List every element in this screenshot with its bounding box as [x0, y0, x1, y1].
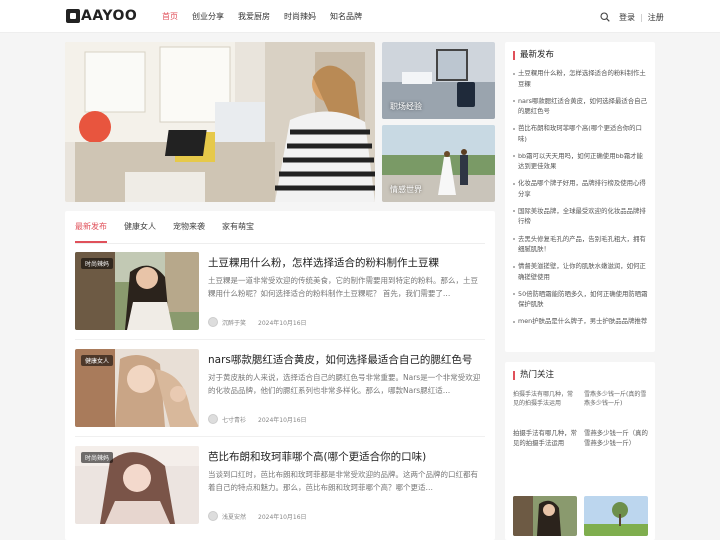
site-logo[interactable]: AAYOO — [66, 8, 137, 24]
list-item[interactable]: men护肤品是什么牌子，男士护肤品品牌推荐 — [513, 316, 649, 337]
article-feed: 最新发布 健康女人 宠物来袭 家有萌宝 时尚辣妈 土豆粿用什么粉，怎样选择适合的… — [65, 211, 495, 540]
article-excerpt: 土豆粿是一道非常受欢迎的传统美食，它的制作需要用到特定的粉料。那么，土豆粿用什么… — [208, 276, 478, 298]
list-item[interactable]: 芭比布朗和玫珂菲哪个高(哪个更适合你的口味) — [513, 123, 649, 144]
article-divider — [75, 339, 485, 340]
sidebar-latest-title: 最新发布 — [513, 51, 554, 60]
list-item[interactable]: nars哪款腮红适合黄皮，如何选择最适合自己的腮红色号 — [513, 96, 649, 117]
article-title[interactable]: 土豆粿用什么粉，怎样选择适合的粉料制作土豆粿 — [208, 255, 488, 270]
hot-image[interactable] — [513, 496, 577, 536]
article-date: 2024年10月16日 — [258, 513, 307, 521]
sidebar-hot-title: 热门关注 — [513, 371, 554, 380]
nav-item-kitchen[interactable]: 我爱厨房 — [238, 11, 270, 22]
list-item[interactable]: 国际美妆品牌，全球最受欢迎的化妆品品牌排行榜 — [513, 206, 649, 227]
list-item[interactable]: 50倍防晒霜能防晒多久，如何正确使用防晒霜保护肌肤 — [513, 289, 649, 310]
list-item[interactable]: 去黑头修复毛孔的产品，告别毛孔粗大，拥有细腻肌肤！ — [513, 234, 649, 255]
article-author[interactable]: 沉醉于笑 — [222, 318, 246, 327]
logo-mark-icon — [66, 9, 80, 23]
search-icon[interactable] — [600, 12, 610, 22]
nav-item-home[interactable]: 首页 — [162, 11, 178, 22]
article-author[interactable]: 七寸青衫 — [222, 415, 246, 424]
article-item[interactable]: 健康女人 nars哪款腮红适合黄皮，如何选择最适合自己的腮红色号 对于黄皮肤的人… — [75, 349, 485, 429]
broken-image-alt[interactable]: 拍摄手法有哪几种，常见的拍摄手法运用 — [513, 390, 577, 426]
tab-baby[interactable]: 家有萌宝 — [222, 221, 254, 243]
sidebar-latest-list: 土豆粿用什么粉，怎样选择适合的粉料制作土豆粿 nars哪款腮红适合黄皮，如何选择… — [513, 68, 649, 344]
banner-main-image[interactable] — [65, 42, 375, 202]
banner-side-caption-career: 职场经验 — [390, 102, 422, 111]
article-divider — [75, 436, 485, 437]
tab-healthy-women[interactable]: 健康女人 — [124, 221, 156, 243]
hot-item-caption[interactable]: 雪燕多少钱一斤（真的雪燕多少钱一斤） — [584, 428, 648, 448]
article-meta: 浅夏安然 2024年10月16日 — [208, 511, 307, 521]
list-item[interactable]: 情督美滋搓壁，让你的肌肤水嫩滋润，如何正确搓壁使用 — [513, 261, 649, 282]
article-excerpt: 对于黄皮肤的人来说，选择适合自己的腮红色号非常重要。Nars是一个非常受欢迎的化… — [208, 373, 481, 395]
banner-side-career[interactable]: 职场经验 — [382, 42, 495, 119]
auth-links: 登录 | 注册 — [619, 12, 664, 23]
site-header: AAYOO 首页 创业分享 我爱厨房 时尚辣妈 知名品牌 登录 | 注册 — [0, 0, 720, 33]
hot-item[interactable]: 拍摄手法有哪几种，常见的拍摄手法运用 拍摄手法有哪几种，常见的拍摄手法运用 — [513, 390, 577, 448]
tab-latest[interactable]: 最新发布 — [75, 221, 107, 243]
article-thumbnail[interactable]: 时尚辣妈 — [75, 252, 199, 330]
register-link[interactable]: 注册 — [648, 12, 664, 23]
article-category-tag: 时尚辣妈 — [81, 452, 114, 463]
main-nav: 首页 创业分享 我爱厨房 时尚辣妈 知名品牌 — [162, 0, 376, 33]
hot-item[interactable]: 雪燕多少钱一斤(真的雪燕多少钱一斤) 雪燕多少钱一斤（真的雪燕多少钱一斤） — [584, 390, 648, 448]
list-item[interactable]: 化妆品哪个牌子好用，品牌排行榜及使用心得分享 — [513, 178, 649, 199]
article-title[interactable]: 芭比布朗和玫珂菲哪个高(哪个更适合你的口味) — [208, 449, 488, 464]
article-category-tag: 时尚辣妈 — [81, 258, 114, 269]
article-category-tag: 健康女人 — [81, 355, 114, 366]
article-meta: 沉醉于笑 2024年10月16日 — [208, 317, 307, 327]
auth-separator: | — [640, 13, 643, 22]
logo-text: AAYOO — [81, 8, 138, 24]
article-date: 2024年10月16日 — [258, 416, 307, 424]
sidebar-hot: 热门关注 拍摄手法有哪几种，常见的拍摄手法运用 拍摄手法有哪几种，常见的拍摄手法… — [505, 362, 655, 540]
author-avatar — [208, 511, 218, 521]
list-item[interactable]: 土豆粿用什么粉，怎样选择适合的粉料制作土豆粿 — [513, 68, 649, 89]
article-title[interactable]: nars哪款腮红适合黄皮，如何选择最适合自己的腮红色号 — [208, 352, 488, 367]
banner-side-caption-emotion: 情感世界 — [390, 185, 422, 194]
tab-pets[interactable]: 宠物来袭 — [173, 221, 205, 243]
article-item[interactable]: 时尚辣妈 芭比布朗和玫珂菲哪个高(哪个更适合你的口味) 当谈到口红时，芭比布朗和… — [75, 446, 485, 526]
nav-item-fashion-mom[interactable]: 时尚辣妈 — [284, 11, 316, 22]
article-item[interactable]: 时尚辣妈 土豆粿用什么粉，怎样选择适合的粉料制作土豆粿 土豆粿是一道非常受欢迎的… — [75, 252, 485, 332]
author-avatar — [208, 414, 218, 424]
login-link[interactable]: 登录 — [619, 12, 635, 23]
article-date: 2024年10月16日 — [258, 319, 307, 327]
feed-tabs: 最新发布 健康女人 宠物来袭 家有萌宝 — [75, 221, 271, 243]
article-meta: 七寸青衫 2024年10月16日 — [208, 414, 307, 424]
article-excerpt: 当谈到口红时，芭比布朗和玫珂菲都是非常受欢迎的品牌。这两个品牌的口红都有着自己的… — [208, 470, 478, 492]
article-author[interactable]: 浅夏安然 — [222, 512, 246, 521]
sidebar-latest: 最新发布 土豆粿用什么粉，怎样选择适合的粉料制作土豆粿 nars哪款腮红适合黄皮… — [505, 42, 655, 352]
banner-side-emotion[interactable]: 情感世界 — [382, 125, 495, 202]
nav-item-startup[interactable]: 创业分享 — [192, 11, 224, 22]
list-item[interactable]: bb霜可以天天用吗，如何正确使用bb霜才能达到更佳效果 — [513, 151, 649, 172]
broken-image-alt[interactable]: 雪燕多少钱一斤(真的雪燕多少钱一斤) — [584, 390, 648, 426]
author-avatar — [208, 317, 218, 327]
tabs-divider — [75, 243, 485, 244]
article-thumbnail[interactable]: 时尚辣妈 — [75, 446, 199, 524]
hot-image[interactable] — [584, 496, 648, 536]
hot-item-caption[interactable]: 拍摄手法有哪几种，常见的拍摄手法运用 — [513, 428, 577, 448]
article-thumbnail[interactable]: 健康女人 — [75, 349, 199, 427]
nav-item-brands[interactable]: 知名品牌 — [330, 11, 362, 22]
